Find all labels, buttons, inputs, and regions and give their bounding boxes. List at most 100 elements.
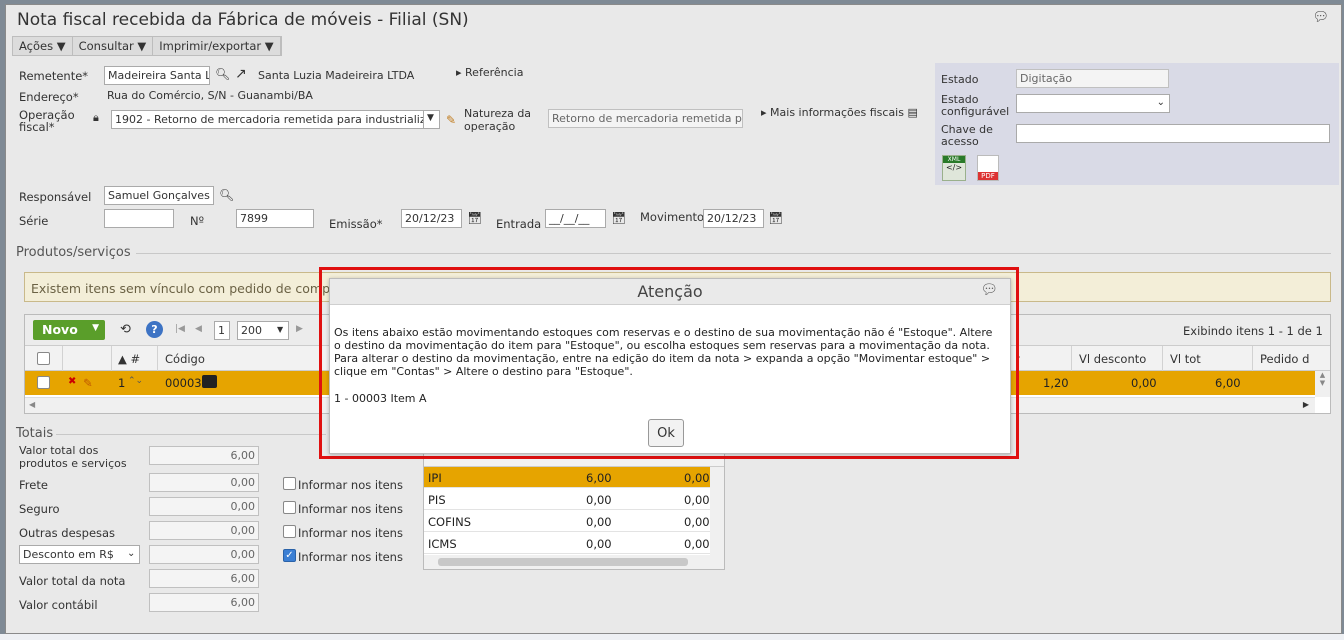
scroll-left-icon[interactable]: ◀	[29, 400, 35, 409]
taxes-table: IPI 6,00 0,00 PIS 0,00 0,00 COFINS 0,00 …	[423, 442, 725, 570]
col-pedido[interactable]: Pedido d	[1260, 352, 1309, 366]
referencia-toggle[interactable]: ▸ Referência	[456, 66, 523, 79]
table-row[interactable]: IPI 6,00 0,00	[424, 467, 710, 488]
prev-page-icon[interactable]: ◀	[195, 324, 202, 334]
dialog-message-text: Os itens abaixo estão movimentando estoq…	[334, 326, 993, 378]
row-num: 1	[118, 376, 126, 390]
chave-acesso-input[interactable]	[1016, 124, 1330, 143]
serie-input[interactable]	[104, 209, 174, 228]
remetente-input[interactable]: Madeireira Santa L	[104, 66, 210, 85]
estado-config-label-2: configurável	[941, 105, 1010, 118]
emissao-label: Emissão*	[329, 217, 383, 231]
ok-button[interactable]: Ok	[648, 419, 684, 447]
refresh-icon[interactable]: ⟲	[120, 322, 131, 337]
col-num[interactable]: ▲ #	[118, 352, 140, 366]
tax-name: PIS	[428, 493, 446, 507]
highlight-frame: Atenção 💬︎ Os itens abaixo estão movimen…	[319, 267, 1019, 459]
reorder-icon[interactable]: ⌃⌄	[128, 376, 143, 386]
outras-despesas-check-label: Informar nos itens	[298, 526, 403, 540]
emissao-input[interactable]: 20/12/23	[401, 209, 462, 228]
novo-button[interactable]: Novo ▼	[33, 320, 105, 340]
menu-consultar[interactable]: Consultar ▼	[73, 37, 154, 55]
desconto-input[interactable]: 0,00	[149, 545, 259, 564]
chevron-down-icon: ▼	[264, 39, 274, 53]
natureza-input[interactable]: Retorno de mercadoria remetida pa	[548, 109, 743, 128]
mais-info-label: Mais informações fiscais	[770, 106, 904, 119]
comment-icon[interactable]: 💬︎	[980, 282, 998, 298]
responsavel-input[interactable]: Samuel Gonçalves	[104, 186, 214, 205]
row-valor: 1,20	[1043, 376, 1069, 390]
chevron-down-icon: ▼	[137, 39, 147, 53]
menu-imprimir[interactable]: Imprimir/exportar ▼	[153, 37, 281, 55]
novo-label: Novo	[42, 322, 78, 337]
window-title: Nota fiscal recebida da Fábrica de móvei…	[17, 10, 469, 30]
calendar-icon[interactable]: 📅︎	[768, 211, 783, 225]
col-separator	[1252, 346, 1253, 372]
external-link-icon[interactable]: ↗	[235, 66, 247, 82]
page-input[interactable]: 1	[214, 321, 230, 340]
seguro-checkbox[interactable]	[283, 501, 296, 514]
col-vl-tot[interactable]: Vl tot	[1170, 352, 1201, 366]
estado-configuravel-select[interactable]: ⌄	[1016, 94, 1170, 113]
pencil-icon[interactable]: ✎	[446, 113, 456, 127]
row-codigo[interactable]: 00003	[165, 376, 202, 390]
operacao-fiscal-select[interactable]: 1902 - Retorno de mercadoria remetida pa…	[111, 110, 425, 129]
seguro-input[interactable]: 0,00	[149, 497, 259, 516]
scroll-thumb[interactable]	[438, 558, 688, 566]
frete-checkbox[interactable]	[283, 477, 296, 490]
movimento-input[interactable]: 20/12/23	[703, 209, 764, 228]
chevron-down-icon: ⌄	[1156, 97, 1165, 108]
frete-input[interactable]: 0,00	[149, 473, 259, 492]
col-codigo[interactable]: Código	[165, 352, 205, 366]
col-separator	[157, 346, 158, 372]
mais-info-toggle[interactable]: ▸ Mais informações fiscais ▤	[761, 106, 918, 119]
xml-icon[interactable]: XML </>	[942, 155, 966, 181]
next-page-icon[interactable]: ▶	[296, 324, 303, 334]
search-icon[interactable]: 🔍︎	[219, 188, 234, 202]
calendar-icon[interactable]: 📅︎	[611, 211, 626, 225]
row-total: 6,00	[1215, 376, 1241, 390]
tax-v2: 0,00	[684, 493, 710, 507]
delete-icon[interactable]: ✖	[68, 376, 76, 387]
natureza-label-2: operação	[464, 120, 516, 133]
row-checkbox[interactable]	[37, 376, 50, 389]
scroll-right-icon[interactable]: ▶	[1303, 400, 1309, 409]
select-all-checkbox[interactable]	[37, 352, 50, 365]
help-icon[interactable]: ?	[146, 321, 163, 338]
horizontal-scrollbar[interactable]	[424, 555, 710, 569]
numero-input[interactable]: 7899	[236, 209, 314, 228]
menu-consultar-label: Consultar	[78, 39, 134, 53]
chevron-down-icon[interactable]: ▼	[423, 110, 440, 129]
pdf-label: PDF	[978, 172, 998, 180]
vertical-scrollbar[interactable]	[710, 467, 724, 569]
tax-v2: 0,00	[684, 471, 710, 485]
edit-icon[interactable]: ✎	[83, 376, 93, 390]
search-icon[interactable]: 🔍︎	[215, 67, 230, 81]
camera-icon[interactable]	[202, 375, 217, 388]
tax-v1: 6,00	[586, 471, 612, 485]
table-row[interactable]: ICMS 0,00 0,00	[424, 533, 710, 554]
pdf-icon[interactable]: PDF	[977, 155, 999, 181]
chevron-down-icon: ▼	[56, 39, 66, 53]
total-nota-input: 6,00	[149, 569, 259, 588]
endereco-value: Rua do Comércio, S/N - Guanambi/BA	[107, 89, 313, 102]
calendar-icon[interactable]: 📅︎	[467, 211, 482, 225]
table-row[interactable]: PIS 0,00 0,00	[424, 489, 710, 510]
col-vl-desconto[interactable]: Vl desconto	[1079, 352, 1146, 366]
vertical-scrollbar[interactable]: ▲ ▼	[1315, 371, 1330, 397]
first-page-icon[interactable]: |◀	[175, 324, 185, 334]
comment-icon[interactable]: 💬︎	[1312, 10, 1329, 25]
menu-acoes[interactable]: Ações ▼	[13, 37, 73, 55]
outras-despesas-checkbox[interactable]	[283, 525, 296, 538]
outras-despesas-input[interactable]: 0,00	[149, 521, 259, 540]
tax-name: ICMS	[428, 537, 457, 551]
desconto-checkbox[interactable]: ✓	[283, 549, 296, 562]
status-panel: Estado Digitação Estado configurável ⌄ C…	[935, 63, 1339, 185]
entrada-input[interactable]: __/__/__	[545, 209, 606, 228]
dialog-item: 1 - 00003 Item A	[334, 392, 427, 405]
tax-v2: 0,00	[684, 537, 710, 551]
dialog-header: Atenção 💬︎	[330, 279, 1010, 305]
table-row[interactable]: COFINS 0,00 0,00	[424, 511, 710, 532]
remetente-nome: Santa Luzia Madeireira LTDA	[258, 69, 415, 82]
desconto-select[interactable]: Desconto em R$	[19, 545, 140, 564]
